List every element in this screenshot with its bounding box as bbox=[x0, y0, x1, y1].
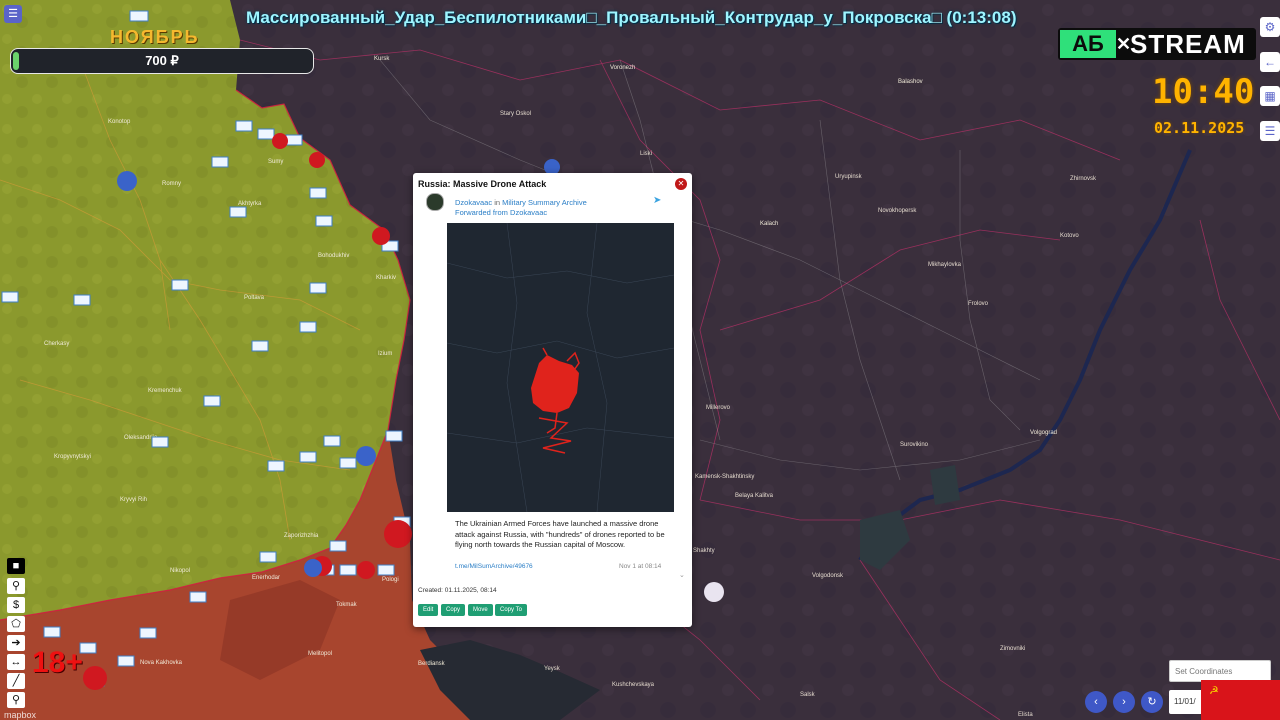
settings-icon[interactable]: ⚙ bbox=[1260, 17, 1280, 37]
svg-text:Liski: Liski bbox=[640, 151, 652, 157]
donation-bar: 700 ₽ bbox=[10, 48, 314, 74]
month-label: НОЯБРЬ bbox=[110, 27, 200, 47]
svg-text:Balashov: Balashov bbox=[898, 79, 923, 85]
logo-text: STREAM bbox=[1130, 29, 1246, 59]
svg-text:Millerovo: Millerovo bbox=[706, 405, 731, 411]
svg-text:Kalach: Kalach bbox=[760, 221, 778, 227]
donation-amount: 700 ₽ bbox=[145, 53, 179, 68]
stream-clock: 10:40 bbox=[1152, 72, 1255, 112]
stream-title: Массированный_Удар_Беспилотниками□_Прова… bbox=[246, 8, 1017, 27]
svg-text:Kropyvnytskyi: Kropyvnytskyi bbox=[54, 454, 91, 460]
color-swatch-tool[interactable]: ■ bbox=[7, 558, 25, 574]
svg-text:Mikhaylovka: Mikhaylovka bbox=[928, 262, 962, 268]
group-link[interactable]: Military Summary Archive bbox=[502, 198, 587, 207]
prev-arrow-icon[interactable]: ‹ bbox=[1085, 691, 1107, 713]
stream-date: 02.11.2025 bbox=[1154, 119, 1245, 137]
post-text: The Ukrainian Armed Forces have launched… bbox=[455, 519, 665, 549]
svg-text:Stary Oskol: Stary Oskol bbox=[500, 111, 531, 117]
date-field[interactable]: 11/01/ bbox=[1169, 690, 1203, 714]
svg-text:Kharkiv: Kharkiv bbox=[376, 275, 396, 281]
svg-text:Shakhty: Shakhty bbox=[693, 548, 715, 554]
pin-tool-icon[interactable]: ⚲ bbox=[7, 692, 25, 708]
svg-text:Poltava: Poltava bbox=[244, 295, 265, 301]
layers-menu-button[interactable]: ☰ bbox=[4, 5, 22, 23]
forwarded-source-link[interactable]: Dzokavaac bbox=[510, 208, 547, 217]
popup-title: Russia: Massive Drone Attack bbox=[418, 179, 547, 189]
marker-tool-icon[interactable]: ⚲ bbox=[7, 578, 25, 594]
edit-button[interactable]: Edit bbox=[418, 604, 439, 616]
arrow-tool-icon[interactable]: ➔ bbox=[7, 635, 25, 651]
svg-text:Kursk: Kursk bbox=[374, 56, 390, 62]
svg-text:Enerhodar: Enerhodar bbox=[252, 575, 280, 581]
svg-text:Yeysk: Yeysk bbox=[544, 666, 561, 672]
line-tool-icon[interactable]: ╱ bbox=[7, 673, 25, 689]
back-arrow-icon[interactable]: ← bbox=[1260, 52, 1280, 72]
svg-text:Frolovo: Frolovo bbox=[968, 301, 989, 307]
svg-text:Bohodukhiv: Bohodukhiv bbox=[318, 253, 349, 259]
coordinates-input[interactable]: Set Coordinates bbox=[1169, 660, 1271, 682]
forwarded-label: Forwarded from bbox=[455, 208, 508, 217]
svg-text:Cherkasy: Cherkasy bbox=[44, 341, 69, 347]
svg-text:Pologi: Pologi bbox=[382, 577, 399, 583]
svg-text:Kremenchuk: Kremenchuk bbox=[148, 388, 183, 394]
svg-text:Novokhopersk: Novokhopersk bbox=[878, 208, 917, 214]
post-link[interactable]: t.me/MilSumArchive/49676 bbox=[455, 563, 533, 570]
svg-text:Kamensk-Shakhtinsky: Kamensk-Shakhtinsky bbox=[695, 474, 754, 480]
mapbox-attribution: mapbox bbox=[4, 710, 37, 720]
avatar bbox=[426, 193, 444, 211]
svg-text:Zimovniki: Zimovniki bbox=[1000, 646, 1025, 652]
svg-text:Kotovo: Kotovo bbox=[1060, 233, 1079, 239]
logo-mark: АБ bbox=[1060, 30, 1116, 58]
svg-text:Konotop: Konotop bbox=[108, 119, 131, 125]
scroll-down-icon[interactable]: ⌄ bbox=[679, 571, 685, 579]
svg-text:Zhirnovsk: Zhirnovsk bbox=[1070, 176, 1097, 182]
copy-to-button[interactable]: Copy To bbox=[495, 604, 527, 616]
svg-text:Nova Kakhovka: Nova Kakhovka bbox=[140, 660, 183, 666]
age-rating: 18+ bbox=[32, 646, 83, 679]
svg-text:Belaya Kalitva: Belaya Kalitva bbox=[735, 493, 774, 499]
svg-text:Berdiansk: Berdiansk bbox=[418, 661, 446, 667]
calendar-icon[interactable]: ▦ bbox=[1260, 86, 1280, 106]
svg-text:Surovikino: Surovikino bbox=[900, 442, 929, 448]
created-timestamp: Created: 01.11.2025, 08:14 bbox=[418, 587, 497, 594]
donation-progress bbox=[13, 52, 19, 70]
svg-text:Kryvyi Rih: Kryvyi Rih bbox=[120, 497, 147, 503]
post-image[interactable] bbox=[447, 223, 674, 512]
post-source: Dzokavaac in Military Summary Archive bbox=[455, 198, 587, 207]
svg-text:Salsk: Salsk bbox=[800, 692, 816, 698]
svg-text:Melitopol: Melitopol bbox=[308, 651, 332, 657]
svg-text:Nikopol: Nikopol bbox=[170, 568, 190, 574]
hammer-sickle-icon: ☭ bbox=[1209, 685, 1219, 697]
svg-text:Uryupinsk: Uryupinsk bbox=[835, 174, 863, 180]
svg-text:Kushchevskaya: Kushchevskaya bbox=[612, 682, 655, 688]
close-icon[interactable]: ✕ bbox=[675, 178, 687, 190]
in-word: in bbox=[494, 198, 501, 207]
svg-text:Volgodonsk: Volgodonsk bbox=[812, 573, 844, 579]
measure-tool-icon[interactable]: ↔ bbox=[7, 654, 25, 670]
telegram-icon: ➤ bbox=[653, 195, 662, 206]
svg-text:Volgograd: Volgograd bbox=[1030, 430, 1057, 436]
move-button[interactable]: Move bbox=[468, 604, 493, 616]
svg-text:Akhtyrka: Akhtyrka bbox=[238, 201, 262, 207]
next-arrow-icon[interactable]: › bbox=[1113, 691, 1135, 713]
svg-text:Elista: Elista bbox=[1018, 712, 1033, 718]
list-icon[interactable]: ☰ bbox=[1260, 121, 1280, 141]
post-time: Nov 1 at 08:14 bbox=[619, 563, 662, 570]
polygon-tool-icon[interactable]: ⬠ bbox=[7, 616, 25, 632]
svg-text:Voronezh: Voronezh bbox=[610, 65, 635, 71]
svg-text:Tokmak: Tokmak bbox=[336, 602, 358, 608]
copy-button[interactable]: Copy bbox=[441, 604, 466, 616]
svg-text:Sumy: Sumy bbox=[268, 159, 283, 165]
ussr-flag: ☭ bbox=[1201, 680, 1280, 720]
svg-text:Izium: Izium bbox=[378, 351, 392, 357]
event-popup: Russia: Massive Drone Attack ✕ Dzokavaac… bbox=[413, 173, 692, 627]
svg-text:Zaporizhzhia: Zaporizhzhia bbox=[284, 533, 319, 539]
logo-x: ✕ bbox=[1116, 34, 1132, 54]
refresh-icon[interactable]: ↻ bbox=[1141, 691, 1163, 713]
dollar-tool-icon[interactable]: $ bbox=[7, 597, 25, 613]
channel-link[interactable]: Dzokavaac bbox=[455, 198, 492, 207]
stream-logo: АБ ✕ STREAM bbox=[1058, 28, 1256, 60]
forwarded-line: Forwarded from Dzokavaac bbox=[455, 208, 547, 217]
svg-text:Romny: Romny bbox=[162, 181, 181, 187]
